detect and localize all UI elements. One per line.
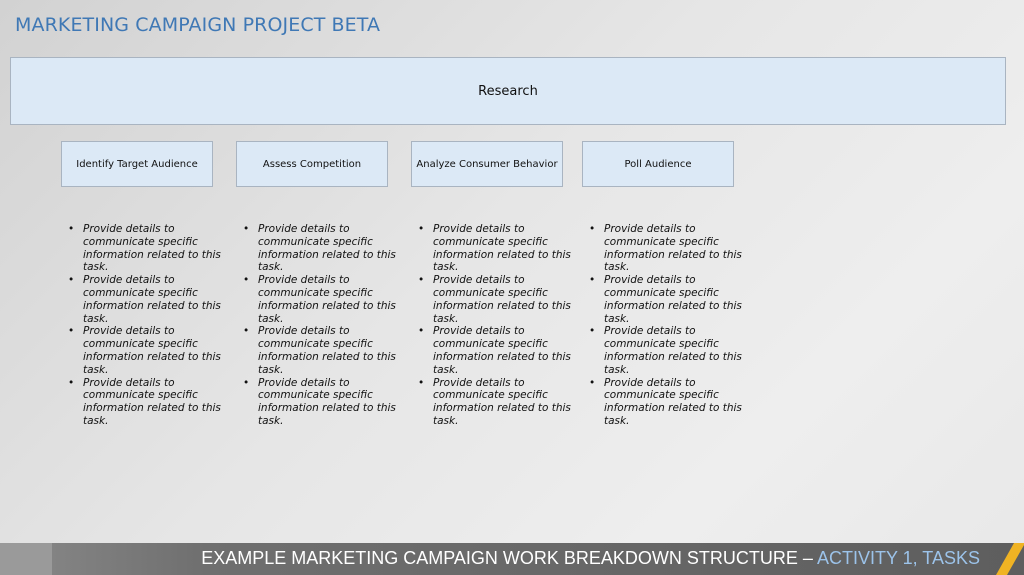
list-item: Provide details to communicate specific … bbox=[418, 223, 573, 274]
research-node: Research bbox=[10, 57, 1006, 125]
task-node-identify-target-audience: Identify Target Audience bbox=[61, 141, 213, 187]
task-details-assess-competition: Provide details to communicate specific … bbox=[243, 223, 398, 428]
task-node-label: Poll Audience bbox=[624, 158, 692, 170]
task-node-label: Analyze Consumer Behavior bbox=[416, 158, 558, 170]
list-item: Provide details to communicate specific … bbox=[418, 274, 573, 325]
list-item: Provide details to communicate specific … bbox=[589, 325, 744, 376]
list-item: Provide details to communicate specific … bbox=[68, 325, 223, 376]
task-details-identify-target-audience: Provide details to communicate specific … bbox=[68, 223, 223, 428]
footer-left-segment bbox=[0, 543, 52, 575]
corner-stripe-icon bbox=[996, 543, 1024, 575]
list-item: Provide details to communicate specific … bbox=[589, 274, 744, 325]
list-item: Provide details to communicate specific … bbox=[243, 223, 398, 274]
task-node-poll-audience: Poll Audience bbox=[582, 141, 734, 187]
task-node-assess-competition: Assess Competition bbox=[236, 141, 388, 187]
task-node-label: Assess Competition bbox=[262, 158, 362, 170]
list-item: Provide details to communicate specific … bbox=[68, 377, 223, 428]
list-item: Provide details to communicate specific … bbox=[68, 274, 223, 325]
page-title: MARKETING CAMPAIGN PROJECT BETA bbox=[15, 14, 381, 36]
footer-bar: EXAMPLE MARKETING CAMPAIGN WORK BREAKDOW… bbox=[0, 543, 1024, 575]
list-item: Provide details to communicate specific … bbox=[418, 377, 573, 428]
list-item: Provide details to communicate specific … bbox=[589, 223, 744, 274]
list-item: Provide details to communicate specific … bbox=[243, 274, 398, 325]
list-item: Provide details to communicate specific … bbox=[243, 325, 398, 376]
task-node-analyze-consumer-behavior: Analyze Consumer Behavior bbox=[411, 141, 563, 187]
list-item: Provide details to communicate specific … bbox=[68, 223, 223, 274]
list-item: Provide details to communicate specific … bbox=[589, 377, 744, 428]
list-item: Provide details to communicate specific … bbox=[243, 377, 398, 428]
list-item: Provide details to communicate specific … bbox=[418, 325, 573, 376]
footer-title: EXAMPLE MARKETING CAMPAIGN WORK BREAKDOW… bbox=[201, 548, 980, 569]
footer-title-main: EXAMPLE MARKETING CAMPAIGN WORK BREAKDOW… bbox=[201, 548, 817, 568]
task-details-analyze-consumer-behavior: Provide details to communicate specific … bbox=[418, 223, 573, 428]
footer-title-highlight: ACTIVITY 1, TASKS bbox=[816, 548, 980, 568]
task-details-poll-audience: Provide details to communicate specific … bbox=[589, 223, 744, 428]
task-node-label: Identify Target Audience bbox=[76, 158, 198, 170]
research-node-label: Research bbox=[478, 83, 538, 99]
